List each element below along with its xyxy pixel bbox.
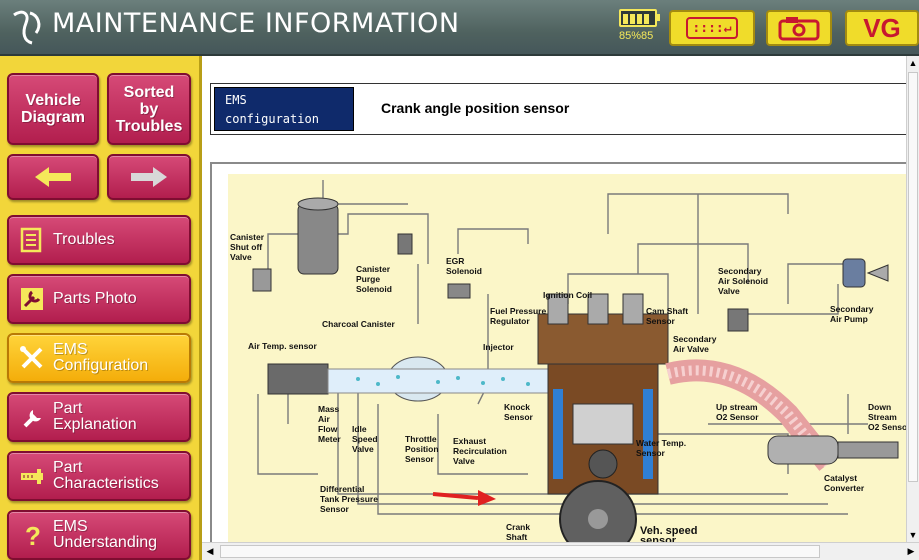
vehicle-diagram-button[interactable]: Vehicle Diagram (7, 73, 99, 145)
label-catalyst: Catalyst Converter (824, 473, 865, 493)
label-knock-sensor: Knock Sensor (504, 402, 534, 422)
scroll-down-icon[interactable]: ▼ (907, 528, 919, 542)
scroll-left-icon[interactable]: ◀ (202, 543, 218, 560)
ems-understanding-button[interactable]: ? EMS Understanding (7, 510, 191, 560)
ems-understanding-label: EMS Understanding (53, 518, 158, 551)
caliper-icon (21, 469, 43, 484)
part-characteristics-button[interactable]: Part Characteristics (7, 451, 191, 501)
sidebar: Vehicle Diagram Sorted by Troubles Troub… (0, 56, 202, 560)
horizontal-scroll-thumb[interactable] (220, 545, 820, 558)
part-characteristics-label: Part Characteristics (53, 459, 159, 492)
configuration-header: EMS configuration Crank angle position s… (210, 83, 910, 135)
forward-button[interactable] (107, 154, 191, 200)
vehicle-diagram-label: Vehicle Diagram (20, 92, 86, 126)
sorted-label: Sorted (123, 83, 175, 101)
component-title: Crank angle position sensor (381, 100, 570, 116)
part-explanation-label: Part Explanation (53, 400, 137, 433)
page-title: MAINTENANCE INFORMATION (52, 8, 460, 39)
keypad-button[interactable]: ::::↵ (669, 10, 755, 46)
config-label: EMS configuration (214, 87, 354, 131)
label-air-temp-sensor: Air Temp. sensor (248, 341, 317, 351)
svg-text:?: ? (25, 522, 41, 548)
title-bar: MAINTENANCE INFORMATION 85%85 ::::↵ VG (0, 0, 919, 56)
vertical-scroll-thumb[interactable] (908, 72, 918, 482)
battery-indicator: 85%85 (617, 8, 661, 48)
label-up-stream-o2: Up stream O2 Sensor (716, 402, 760, 422)
label-injector: Injector (483, 342, 514, 352)
diagram-frame: Canister Shut off Valve Canister Purge S… (210, 162, 911, 558)
tools-icon (20, 346, 43, 369)
by-label: by (139, 100, 159, 118)
back-button[interactable] (7, 154, 99, 200)
part-explanation-button[interactable]: Part Explanation (7, 392, 191, 442)
wrench-icon (23, 410, 41, 428)
vertical-scrollbar[interactable]: ▲ ▼ (906, 56, 919, 542)
troubles-label: Troubles (115, 117, 183, 135)
content-area: EMS configuration Crank angle position s… (202, 56, 911, 558)
parts-photo-label: Parts Photo (53, 290, 137, 307)
camera-icon (778, 17, 820, 41)
camera-button[interactable] (766, 10, 832, 46)
label-ignition-coil: Ignition Coil (543, 290, 592, 300)
question-icon: ? (25, 522, 41, 548)
troubles-button[interactable]: Troubles (7, 215, 191, 265)
keypad-icon: ::::↵ (686, 17, 738, 39)
arrow-right-icon (131, 167, 167, 187)
arrow-left-icon (35, 167, 71, 187)
horizontal-scrollbar[interactable]: ◀ ▶ (202, 542, 919, 560)
app-logo-icon (13, 10, 41, 45)
label-charcoal-canister: Charcoal Canister (322, 319, 395, 329)
ems-configuration-button[interactable]: EMS Configuration (7, 333, 191, 383)
parts-photo-button[interactable]: Parts Photo (7, 274, 191, 324)
battery-icon (619, 9, 657, 27)
vg-button[interactable]: VG (845, 10, 919, 46)
ems-diagram: Canister Shut off Valve Canister Purge S… (228, 174, 911, 558)
scroll-up-icon[interactable]: ▲ (907, 56, 919, 70)
list-icon (20, 227, 42, 253)
troubles-label: Troubles (53, 231, 115, 248)
battery-level-text: 85%85 (619, 30, 654, 42)
ems-configuration-label: EMS Configuration (53, 341, 149, 374)
label-mass-air-flow: Mass Air Flow Meter (318, 404, 342, 444)
wrench-photo-icon (21, 288, 43, 310)
scroll-right-icon[interactable]: ▶ (903, 543, 919, 560)
sorted-by-troubles-button[interactable]: Sorted by Troubles (107, 73, 191, 145)
